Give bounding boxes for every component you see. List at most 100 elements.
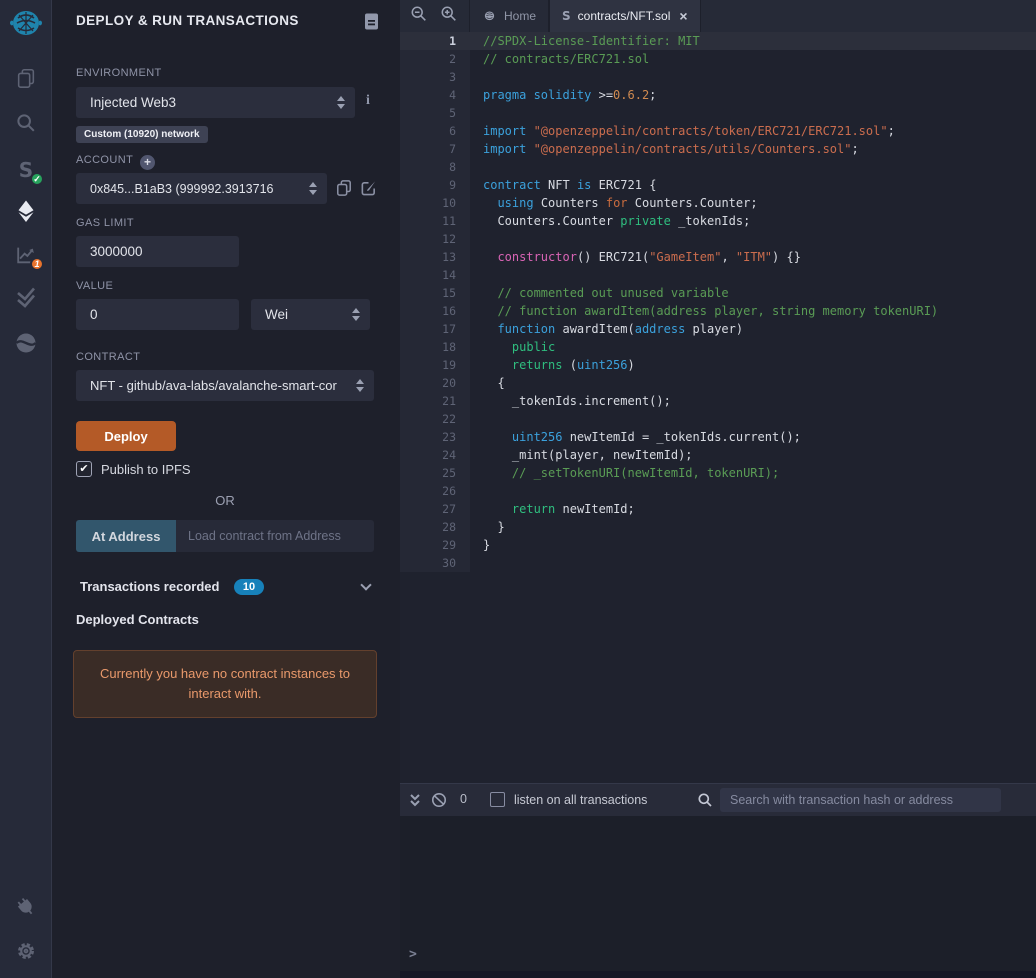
code-line[interactable]: 15 // commented out unused variable [400, 284, 1036, 302]
line-number: 14 [400, 266, 470, 284]
code-line[interactable]: 17 function awardItem(address player) [400, 320, 1036, 338]
code-line[interactable]: 19 returns (uint256) [400, 356, 1036, 374]
code-text: import "@openzeppelin/contracts/utils/Co… [483, 142, 859, 156]
code-line[interactable]: 29} [400, 536, 1036, 554]
transactions-recorded-label: Transactions recorded [80, 579, 220, 594]
code-line[interactable]: 20 { [400, 374, 1036, 392]
zoom-in-icon[interactable] [440, 5, 457, 27]
code-line[interactable]: 9 contract NFT is ERC721 { [400, 176, 1036, 194]
file-explorer-icon[interactable] [14, 66, 38, 90]
code-editor[interactable]: 1 //SPDX-License-Identifier: MIT 2 // contr… [400, 32, 1036, 783]
account-select[interactable]: 0x845...B1aB3 (999992.3913716 [76, 173, 327, 204]
code-line[interactable]: 8 [400, 158, 1036, 176]
select-arrows-icon [356, 379, 364, 392]
code-line[interactable]: 13 constructor() ERC721("GameItem", "ITM… [400, 248, 1036, 266]
code-line[interactable]: 10 using Counters for Counters.Counter; [400, 194, 1036, 212]
line-number: 3 [400, 68, 470, 86]
listen-transactions-checkbox[interactable] [490, 792, 505, 807]
terminal-prompt[interactable]: > [409, 947, 417, 962]
zoom-out-icon[interactable] [410, 5, 427, 27]
expand-terminal-icon[interactable] [408, 792, 422, 813]
line-number: 26 [400, 482, 470, 500]
code-text: constructor() ERC721("GameItem", "ITM") … [497, 250, 801, 264]
environment-info-icon[interactable]: i [366, 93, 370, 109]
code-text: Counters.Counter private _tokenIds; [483, 214, 751, 228]
code-line[interactable]: 2 // contracts/ERC721.sol [400, 50, 1036, 68]
line-number: 10 [400, 194, 470, 212]
account-value: 0x845...B1aB3 (999992.3913716 [90, 181, 274, 196]
transactions-recorded-row[interactable]: Transactions recorded 10 [80, 578, 374, 596]
terminal-toolbar: 0 listen on all transactions [400, 784, 1036, 816]
select-arrows-icon [352, 308, 360, 321]
line-number: 11 [400, 212, 470, 230]
documentation-book-icon[interactable] [364, 13, 379, 35]
value-input[interactable] [76, 299, 239, 330]
code-line[interactable]: 5 [400, 104, 1036, 122]
tab-home[interactable]: Home [469, 0, 550, 32]
code-line[interactable]: 24 _mint(player, newItemId); [400, 446, 1036, 464]
sourcify-icon[interactable] [14, 331, 38, 355]
code-line[interactable]: 21 _tokenIds.increment(); [400, 392, 1036, 410]
settings-gear-icon[interactable] [14, 939, 38, 963]
tab-home-label: Home [504, 9, 537, 23]
line-number: 21 [400, 392, 470, 410]
clear-console-ban-icon[interactable] [431, 792, 447, 813]
code-line[interactable]: 14 [400, 266, 1036, 284]
no-instances-warning: Currently you have no contract instances… [73, 650, 377, 719]
code-line[interactable]: 6 import "@openzeppelin/contracts/token/E… [400, 122, 1036, 140]
code-line[interactable]: 11 Counters.Counter private _tokenIds; [400, 212, 1036, 230]
code-line[interactable]: 4 pragma solidity >=0.6.2; [400, 86, 1036, 104]
line-number: 28 [400, 518, 470, 536]
at-address-input[interactable] [176, 520, 374, 552]
code-line[interactable]: 1 //SPDX-License-Identifier: MIT [400, 32, 1036, 50]
terminal-footer-strip [400, 971, 1036, 978]
code-text: } [483, 520, 505, 534]
search-icon[interactable] [14, 111, 38, 135]
unit-testing-icon[interactable] [14, 285, 38, 309]
code-line[interactable]: 22 [400, 410, 1036, 428]
chevron-down-icon[interactable] [360, 579, 372, 591]
solidity-compiler-icon[interactable]: S ✓ [14, 158, 44, 186]
remix-logo-icon[interactable] [5, 4, 47, 46]
code-line[interactable]: 25 // _setTokenURI(newItemId, tokenURI); [400, 464, 1036, 482]
at-address-button[interactable]: At Address [76, 520, 176, 552]
compiler-success-badge: ✓ [30, 172, 44, 186]
code-line[interactable]: 23 uint256 newItemId = _tokenIds.current… [400, 428, 1036, 446]
line-number: 8 [400, 158, 470, 176]
code-line[interactable]: 16 // function awardItem(address player,… [400, 302, 1036, 320]
publish-ipfs-checkbox[interactable]: ✔ [76, 461, 92, 477]
deploy-run-icon[interactable] [14, 199, 38, 223]
line-number: 24 [400, 446, 470, 464]
line-number: 25 [400, 464, 470, 482]
copy-account-icon[interactable] [336, 179, 352, 202]
code-text: uint256 newItemId = _tokenIds.current(); [511, 430, 801, 444]
value-unit-select[interactable]: Wei [251, 299, 370, 330]
code-line[interactable]: 26 [400, 482, 1036, 500]
line-number: 9 [400, 176, 470, 194]
environment-select[interactable]: Injected Web3 [76, 87, 355, 118]
analytics-icon[interactable]: 1 [14, 243, 44, 271]
code-line[interactable]: 12 [400, 230, 1036, 248]
plugin-manager-icon[interactable] [14, 895, 38, 919]
code-line[interactable]: 3 [400, 68, 1036, 86]
code-line[interactable]: 28 } [400, 518, 1036, 536]
line-number: 5 [400, 104, 470, 122]
contract-select[interactable]: NFT - github/ava-labs/avalanche-smart-co… [76, 370, 374, 401]
line-number: 18 [400, 338, 470, 356]
solidity-file-icon: S [562, 9, 571, 23]
terminal-search-input[interactable] [720, 788, 1001, 812]
code-text: } [483, 538, 491, 552]
tab-nft-sol[interactable]: S contracts/NFT.sol × [549, 0, 701, 32]
edit-account-icon[interactable] [360, 179, 377, 201]
code-line[interactable]: 27 return newItemId; [400, 500, 1036, 518]
gas-limit-input[interactable] [76, 236, 239, 267]
icon-rail: S ✓ 1 [0, 0, 52, 978]
code-line[interactable]: 30 [400, 554, 1036, 572]
code-line[interactable]: 7 import "@openzeppelin/contracts/utils/C… [400, 140, 1036, 158]
close-tab-icon[interactable]: × [679, 8, 687, 24]
code-line[interactable]: 18 public [400, 338, 1036, 356]
deploy-button[interactable]: Deploy [76, 421, 176, 451]
add-account-icon[interactable]: + [140, 154, 156, 170]
